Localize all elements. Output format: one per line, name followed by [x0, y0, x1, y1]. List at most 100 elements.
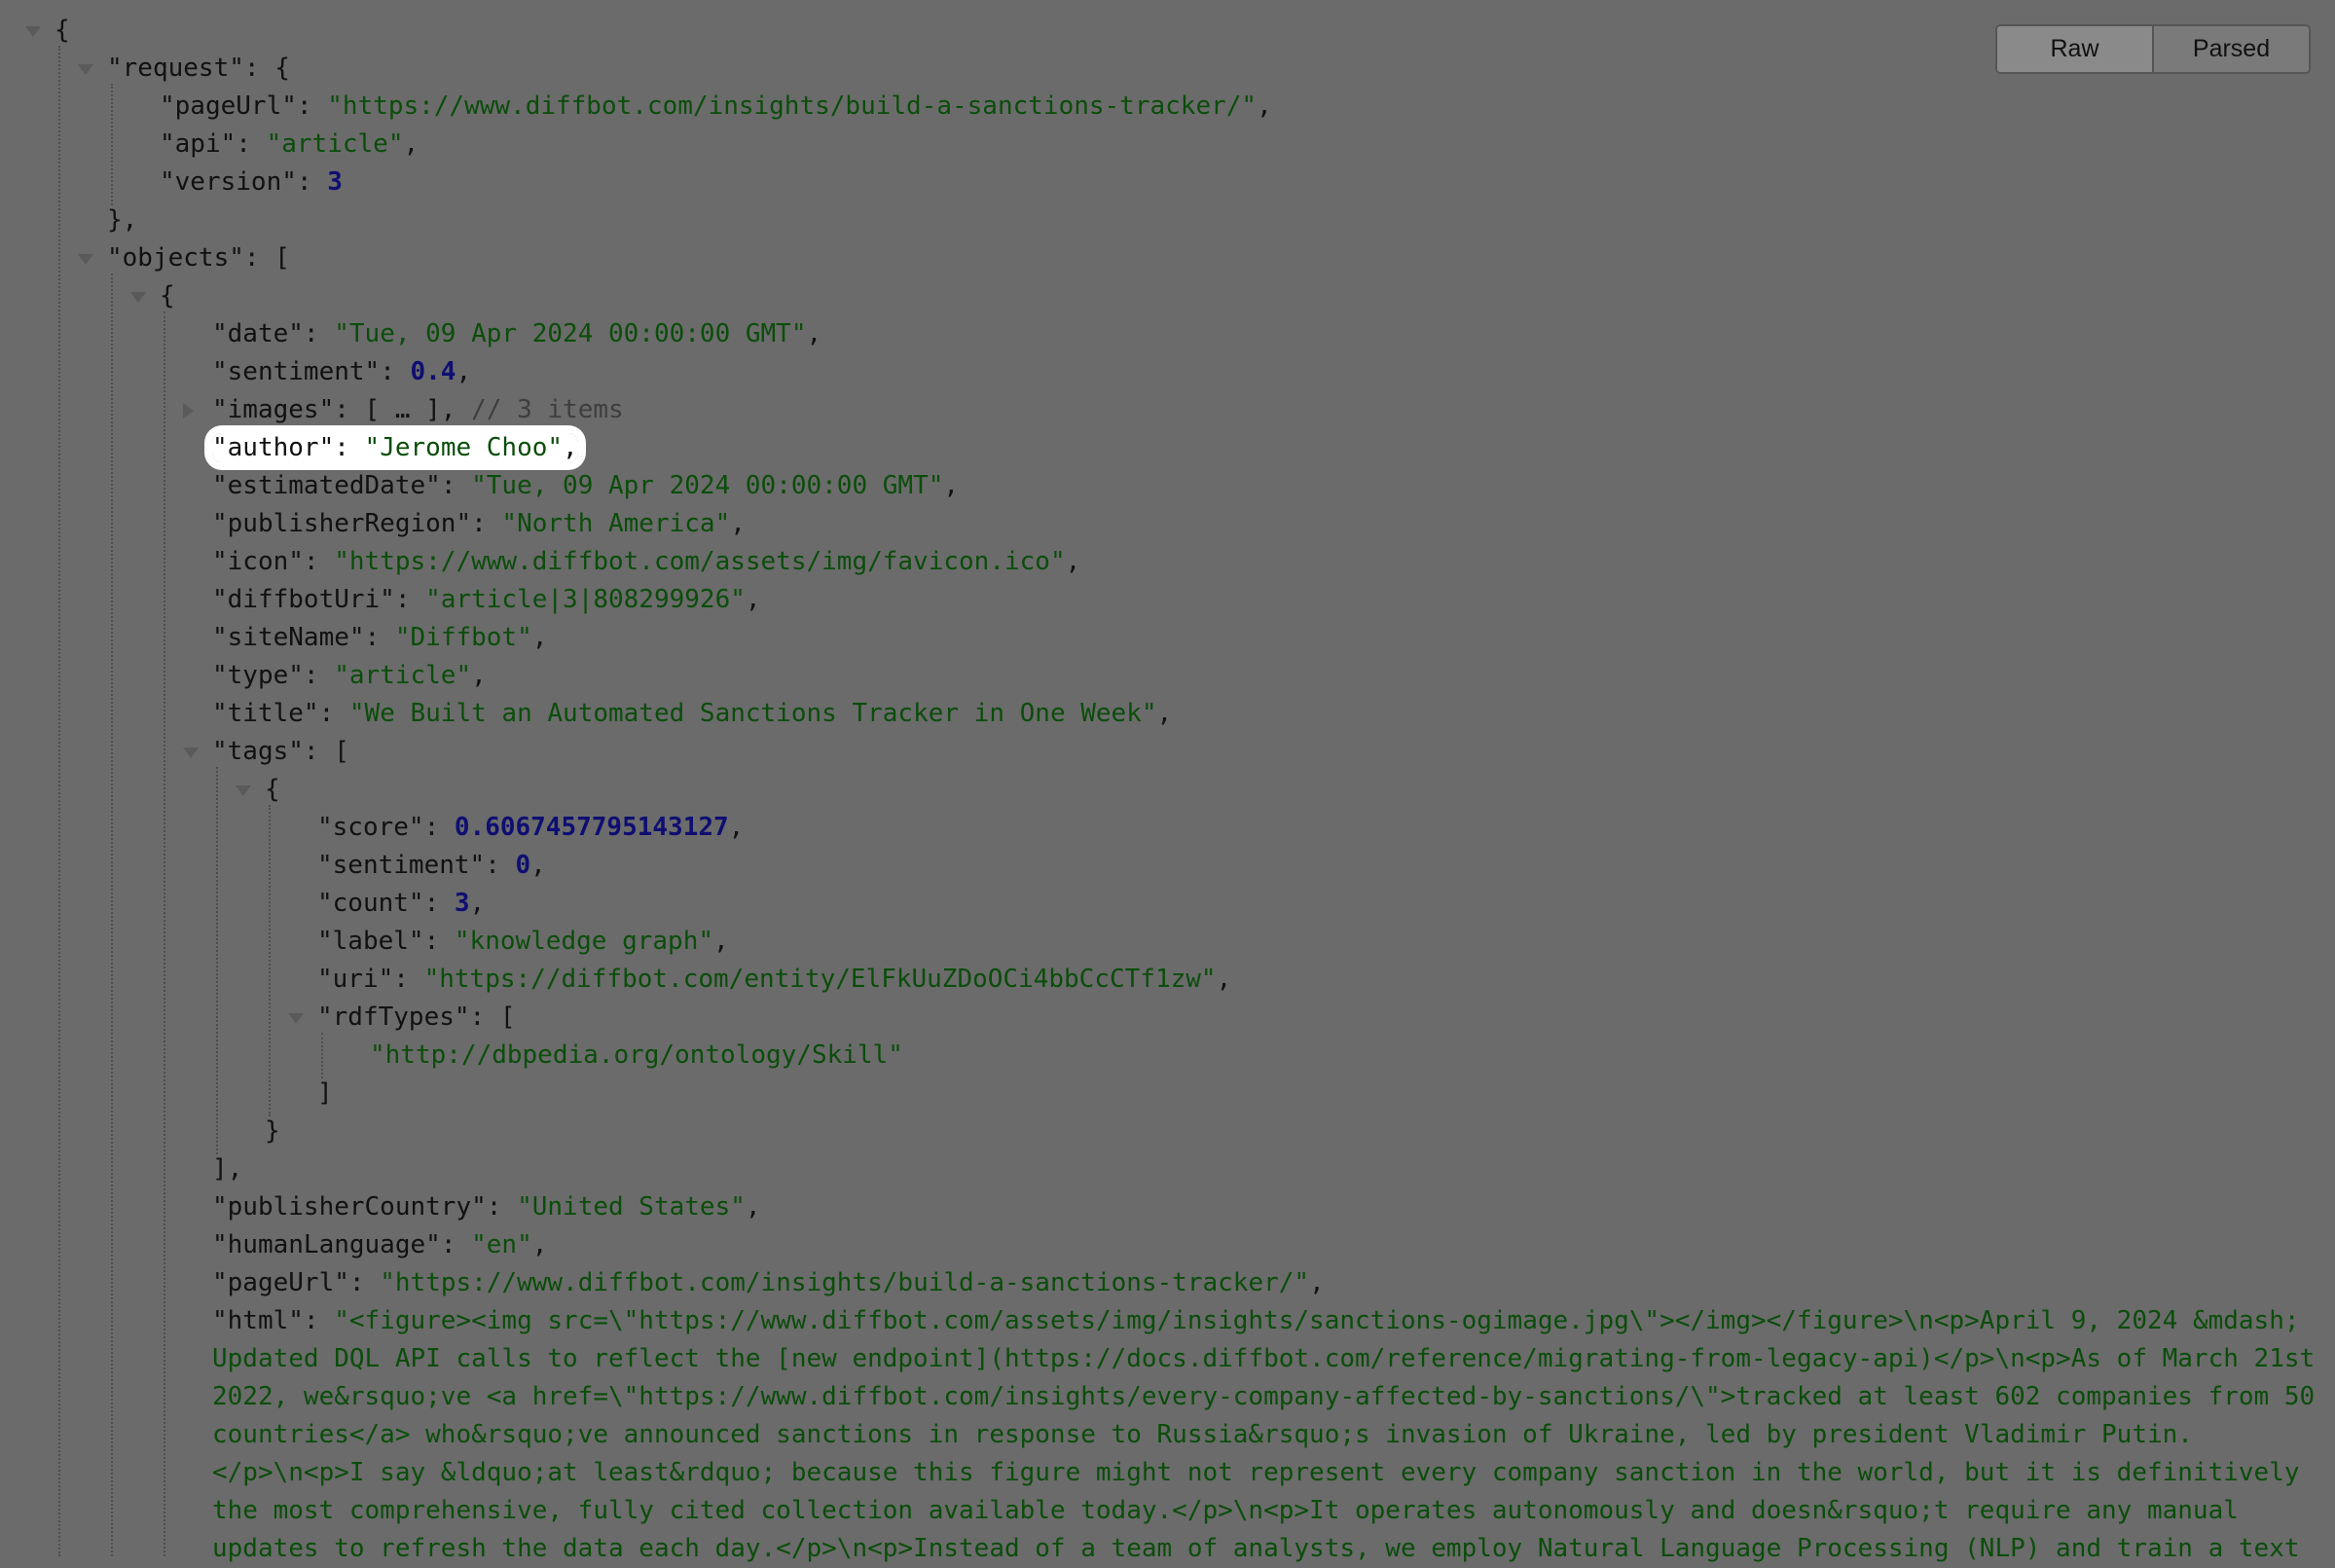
- json-number: 0.6067457795143127: [454, 813, 729, 842]
- json-line-content: "humanLanguage": "en",: [212, 1230, 547, 1259]
- json-key: "version": [160, 167, 297, 197]
- json-key: "type": [212, 661, 304, 690]
- json-line-content: ]: [317, 1078, 333, 1108]
- json-line-content: "count": 3,: [317, 889, 485, 918]
- json-string: "United States": [517, 1192, 746, 1222]
- json-punctuation: :: [296, 167, 328, 197]
- json-line-content: the most comprehensive, fully cited coll…: [212, 1496, 2239, 1525]
- json-line: "tags": [: [212, 733, 349, 771]
- json-key: "estimatedDate": [212, 471, 441, 500]
- json-punctuation: :: [423, 927, 455, 956]
- json-key: "humanLanguage": [212, 1230, 441, 1259]
- json-line: Updated DQL API calls to reflect the [ne…: [212, 1340, 2315, 1378]
- json-number: 0.4: [410, 357, 456, 386]
- json-line-content: "diffbotUri": "article|3|808299926",: [212, 585, 761, 614]
- collapse-toggle-icon[interactable]: [25, 26, 41, 37]
- json-key: "label": [317, 927, 424, 956]
- json-punctuation: ,: [1156, 699, 1173, 728]
- json-punctuation: ,: [456, 357, 472, 386]
- json-line-content: "pageUrl": "https://www.diffbot.com/insi…: [160, 91, 1272, 121]
- json-line-content: "http://dbpedia.org/ontology/Skill": [370, 1040, 903, 1070]
- json-number: 3: [454, 889, 470, 918]
- json-punctuation: :: [334, 433, 365, 462]
- parsed-button[interactable]: Parsed: [2154, 26, 2309, 72]
- json-punctuation: {: [160, 281, 175, 310]
- json-key: "diffbotUri": [212, 585, 395, 614]
- json-string: "https://www.diffbot.com/assets/img/favi…: [334, 547, 1066, 576]
- json-punctuation: ,: [728, 813, 745, 842]
- json-line-content: "pageUrl": "https://www.diffbot.com/insi…: [212, 1268, 1325, 1297]
- collapse-toggle-icon[interactable]: [78, 64, 93, 75]
- json-line: "images": [ … ], // 3 items: [212, 391, 624, 429]
- json-punctuation: :: [423, 889, 455, 918]
- json-string: Updated DQL API calls to reflect the [ne…: [212, 1344, 2316, 1373]
- json-line-content: "estimatedDate": "Tue, 09 Apr 2024 00:00…: [212, 471, 959, 500]
- collapse-toggle-icon[interactable]: [78, 254, 93, 265]
- json-string: countries</a> who&rsquo;ve announced san…: [212, 1420, 2193, 1449]
- json-punctuation: ,: [531, 623, 548, 652]
- json-string: "http://dbpedia.org/ontology/Skill": [370, 1040, 903, 1070]
- json-line-content: "images": [ … ], // 3 items: [212, 395, 624, 424]
- json-key: "date": [212, 319, 304, 348]
- json-key: "html": [212, 1306, 304, 1335]
- json-line-content: ],: [212, 1154, 242, 1184]
- json-punctuation: :: [471, 509, 502, 538]
- json-line: "humanLanguage": "en",: [212, 1226, 547, 1264]
- json-line: "pageUrl": "https://www.diffbot.com/insi…: [212, 1264, 1325, 1302]
- indent-guide: [164, 311, 165, 1556]
- json-line: {: [55, 12, 70, 50]
- json-line: the most comprehensive, fully cited coll…: [212, 1492, 2239, 1530]
- json-punctuation: ,: [745, 585, 761, 614]
- json-line-content: countries</a> who&rsquo;ve announced san…: [212, 1420, 2193, 1449]
- collapse-toggle-icon[interactable]: [236, 785, 251, 796]
- collapse-toggle-icon[interactable]: [130, 292, 146, 303]
- json-line: updates to refresh the data each day.</p…: [212, 1530, 2300, 1568]
- json-line-content: "icon": "https://www.diffbot.com/assets/…: [212, 547, 1080, 576]
- json-string: "Diffbot": [394, 623, 532, 652]
- json-line: "request": {: [107, 50, 290, 88]
- json-key: "api": [160, 129, 237, 159]
- json-string: the most comprehensive, fully cited coll…: [212, 1496, 2239, 1525]
- json-line-content: 2022, we&rsquo;ve <a href=\"https://www.…: [212, 1382, 2315, 1411]
- json-key: "pageUrl": [160, 91, 297, 121]
- expand-toggle-icon[interactable]: [183, 403, 194, 419]
- indent-guide: [216, 767, 218, 1154]
- json-line: ]: [317, 1075, 333, 1112]
- json-line-content: "version": 3: [160, 167, 343, 197]
- json-line: {: [160, 277, 175, 315]
- json-punctuation: :: [423, 813, 455, 842]
- json-key: "title": [212, 699, 319, 728]
- json-punctuation: ,: [713, 927, 729, 956]
- json-line-content: "objects": [: [107, 243, 290, 273]
- raw-button[interactable]: Raw: [1997, 26, 2154, 72]
- json-punctuation: ,: [531, 1230, 548, 1259]
- json-line-content: "publisherCountry": "United States",: [212, 1192, 761, 1222]
- json-punctuation: :: [303, 1306, 335, 1335]
- json-line: "count": 3,: [317, 885, 485, 923]
- json-punctuation: ,: [530, 851, 546, 880]
- json-line: "sentiment": 0.4,: [212, 353, 471, 391]
- json-punctuation: :: [303, 661, 335, 690]
- json-punctuation: :: [394, 585, 426, 614]
- json-line-content: {: [265, 775, 280, 804]
- json-key: "pageUrl": [212, 1268, 349, 1297]
- json-line-content: },: [107, 205, 137, 235]
- json-key: "icon": [212, 547, 304, 576]
- json-punctuation: :: [303, 547, 335, 576]
- json-punctuation: :: [364, 623, 395, 652]
- json-punctuation: ,: [471, 661, 487, 690]
- json-string: "Tue, 09 Apr 2024 00:00:00 GMT": [334, 319, 807, 348]
- json-line: "icon": "https://www.diffbot.com/assets/…: [212, 543, 1080, 581]
- json-line: "author": "Jerome Choo",: [212, 429, 578, 467]
- highlighted-field: "author": "Jerome Choo",: [212, 433, 578, 462]
- json-line: "date": "Tue, 09 Apr 2024 00:00:00 GMT",: [212, 315, 821, 353]
- json-line-content: </p>\n<p>I say &ldquo;at least&rdquo; be…: [212, 1458, 2300, 1487]
- json-line-content: "score": 0.6067457795143127,: [317, 813, 744, 842]
- json-punctuation: ],: [212, 1154, 243, 1184]
- collapse-toggle-icon[interactable]: [288, 1013, 304, 1024]
- collapse-toggle-icon[interactable]: [183, 748, 199, 758]
- json-line-content: "request": {: [107, 54, 290, 83]
- json-punctuation: : [ … ],: [334, 395, 472, 424]
- json-punctuation: ,: [563, 433, 578, 462]
- json-line: "objects": [: [107, 239, 290, 277]
